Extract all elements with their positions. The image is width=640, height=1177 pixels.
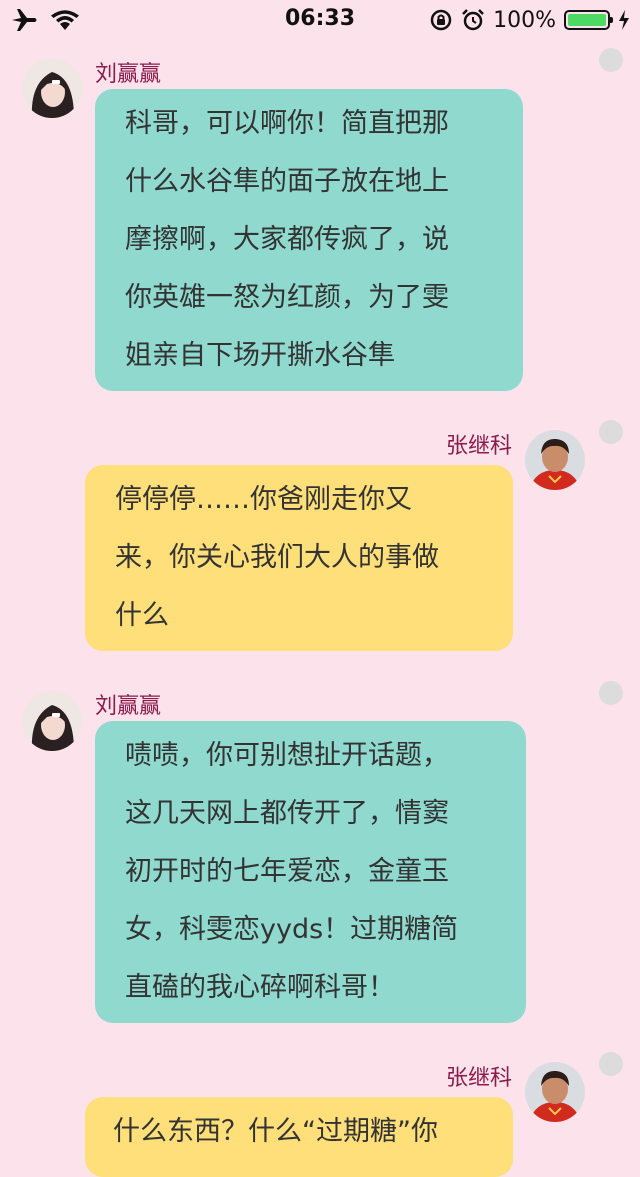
message-line: 什么 bbox=[115, 600, 169, 631]
status-dot bbox=[599, 48, 623, 72]
message-bubble[interactable]: 科哥，可以啊你！简直把那 什么水谷隼的面子放在地上 摩擦啊，大家都传疯了，说 你… bbox=[95, 89, 523, 391]
message-line: 什么水谷隼的面子放在地上 bbox=[125, 166, 449, 197]
avatar-liu[interactable] bbox=[22, 58, 82, 118]
message-line: 什么东西？什么“过期糖”你 bbox=[113, 1116, 438, 1147]
alarm-icon bbox=[462, 9, 484, 31]
message-line: 科哥，可以啊你！简直把那 bbox=[125, 108, 449, 139]
message-line: 这几天网上都传开了，情窦 bbox=[125, 798, 449, 829]
sender-name: 张继科 bbox=[445, 434, 512, 459]
message-bubble[interactable]: 啧啧，你可别想扯开话题， 这几天网上都传开了，情窦 初开时的七年爱恋，金童玉 女… bbox=[95, 721, 526, 1023]
charging-icon bbox=[619, 10, 629, 30]
message-line: 停停停……你爸刚走你又 bbox=[115, 484, 412, 515]
battery-fill bbox=[568, 14, 606, 26]
message-line: 女，科雯恋yyds！过期糖简 bbox=[125, 914, 459, 945]
avatar-liu[interactable] bbox=[22, 691, 82, 751]
message-line: 你英雄一怒为红颜，为了雯 bbox=[125, 282, 449, 313]
message-line: 直磕的我心碎啊科哥！ bbox=[125, 972, 395, 1003]
orientation-lock-icon bbox=[430, 9, 452, 31]
sender-name: 张继科 bbox=[445, 1066, 512, 1091]
status-dot bbox=[599, 681, 623, 705]
message-line: 啧啧，你可别想扯开话题， bbox=[125, 740, 449, 771]
message-line: 摩擦啊，大家都传疯了，说 bbox=[125, 224, 449, 255]
sender-name: 刘赢赢 bbox=[95, 694, 162, 719]
battery-percent: 100% bbox=[493, 7, 556, 33]
message-line: 来，你关心我们大人的事做 bbox=[115, 542, 439, 573]
status-dot bbox=[599, 1052, 623, 1076]
message-line: 姐亲自下场开撕水谷隼 bbox=[125, 340, 395, 371]
message-bubble[interactable]: 什么东西？什么“过期糖”你 bbox=[85, 1097, 513, 1177]
avatar-zhang[interactable] bbox=[525, 1062, 585, 1122]
status-right: 100% bbox=[429, 6, 630, 34]
message-line: 初开时的七年爱恋，金童玉 bbox=[125, 856, 449, 887]
battery-icon bbox=[564, 10, 613, 30]
status-dot bbox=[599, 420, 623, 444]
sender-name: 刘赢赢 bbox=[95, 62, 162, 87]
status-bar: 06:33 100% bbox=[0, 0, 640, 40]
message-bubble[interactable]: 停停停……你爸刚走你又 来，你关心我们大人的事做 什么 bbox=[85, 465, 513, 651]
avatar-zhang[interactable] bbox=[525, 430, 585, 490]
